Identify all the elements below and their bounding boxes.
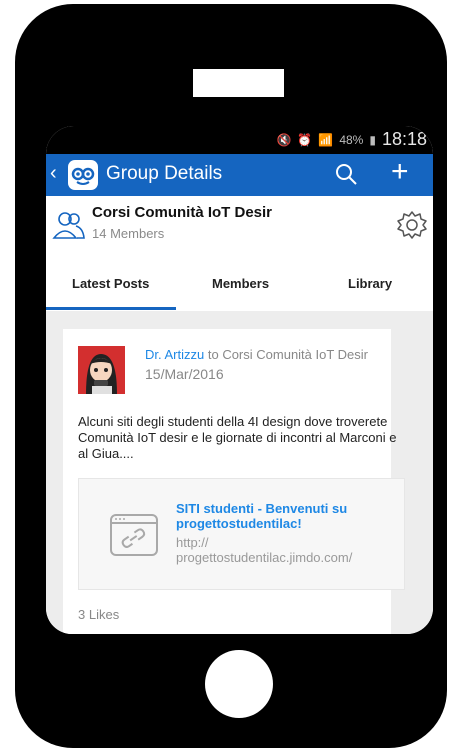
avatar[interactable] — [78, 346, 125, 394]
link-title[interactable]: SITI studenti - Benvenuti su progettostu… — [176, 501, 396, 531]
link-url[interactable]: http:// progettostudentilac.jimdo.com/ — [176, 535, 396, 565]
status-bar: 🔇 ⏰ 📶 48% ▮ 18:18 — [46, 126, 433, 154]
mute-icon: 🔇 — [276, 132, 292, 147]
add-icon[interactable]: + — [391, 157, 409, 187]
tab-library[interactable]: Library — [348, 276, 392, 291]
active-tab-indicator — [46, 307, 176, 310]
group-members-icon — [52, 210, 86, 245]
app-bar-title: Group Details — [106, 163, 223, 184]
group-header: Corsi Comunità IoT Desir 14 Members — [46, 196, 433, 256]
app-bar: ‹ Group Details + — [46, 154, 433, 196]
battery-level: 48% — [339, 132, 364, 147]
tab-members[interactable]: Members — [212, 276, 269, 291]
post-body: Alcuni siti degli studenti della 4I desi… — [78, 414, 397, 461]
likes-count[interactable]: 3 Likes — [78, 607, 119, 622]
post-date: 15/Mar/2016 — [145, 366, 224, 382]
home-button[interactable] — [205, 650, 273, 718]
battery-icon: ▮ — [369, 132, 376, 147]
post-target-group: to Corsi Comunità IoT Desir — [204, 347, 369, 362]
back-icon[interactable]: ‹ — [50, 162, 57, 185]
tab-bar: Latest Posts Members Library — [46, 256, 433, 312]
link-preview[interactable]: SITI studenti - Benvenuti su progettostu… — [78, 478, 405, 590]
post-author[interactable]: Dr. Artizzu — [145, 347, 204, 362]
tab-latest-posts[interactable]: Latest Posts — [72, 276, 149, 291]
app-logo-icon — [68, 160, 98, 190]
posts-feed[interactable]: Dr. Artizzu to Corsi Comunità IoT Desir … — [46, 311, 433, 634]
wifi-icon: 📶 — [318, 132, 334, 147]
phone-screen: 🔇 ⏰ 📶 48% ▮ 18:18 ‹ Group Details + Cors… — [46, 126, 433, 634]
post-author-line: Dr. Artizzu to Corsi Comunità IoT Desir — [145, 347, 368, 362]
search-icon[interactable] — [334, 162, 358, 191]
link-icon — [109, 509, 159, 564]
group-member-count: 14 Members — [92, 226, 165, 241]
group-name: Corsi Comunità IoT Desir — [92, 204, 273, 221]
gear-icon[interactable] — [396, 209, 428, 246]
status-time: 18:18 — [381, 129, 427, 149]
alarm-icon: ⏰ — [297, 132, 313, 147]
phone-speaker — [193, 69, 284, 97]
post-card[interactable]: Dr. Artizzu to Corsi Comunità IoT Desir … — [63, 329, 405, 634]
